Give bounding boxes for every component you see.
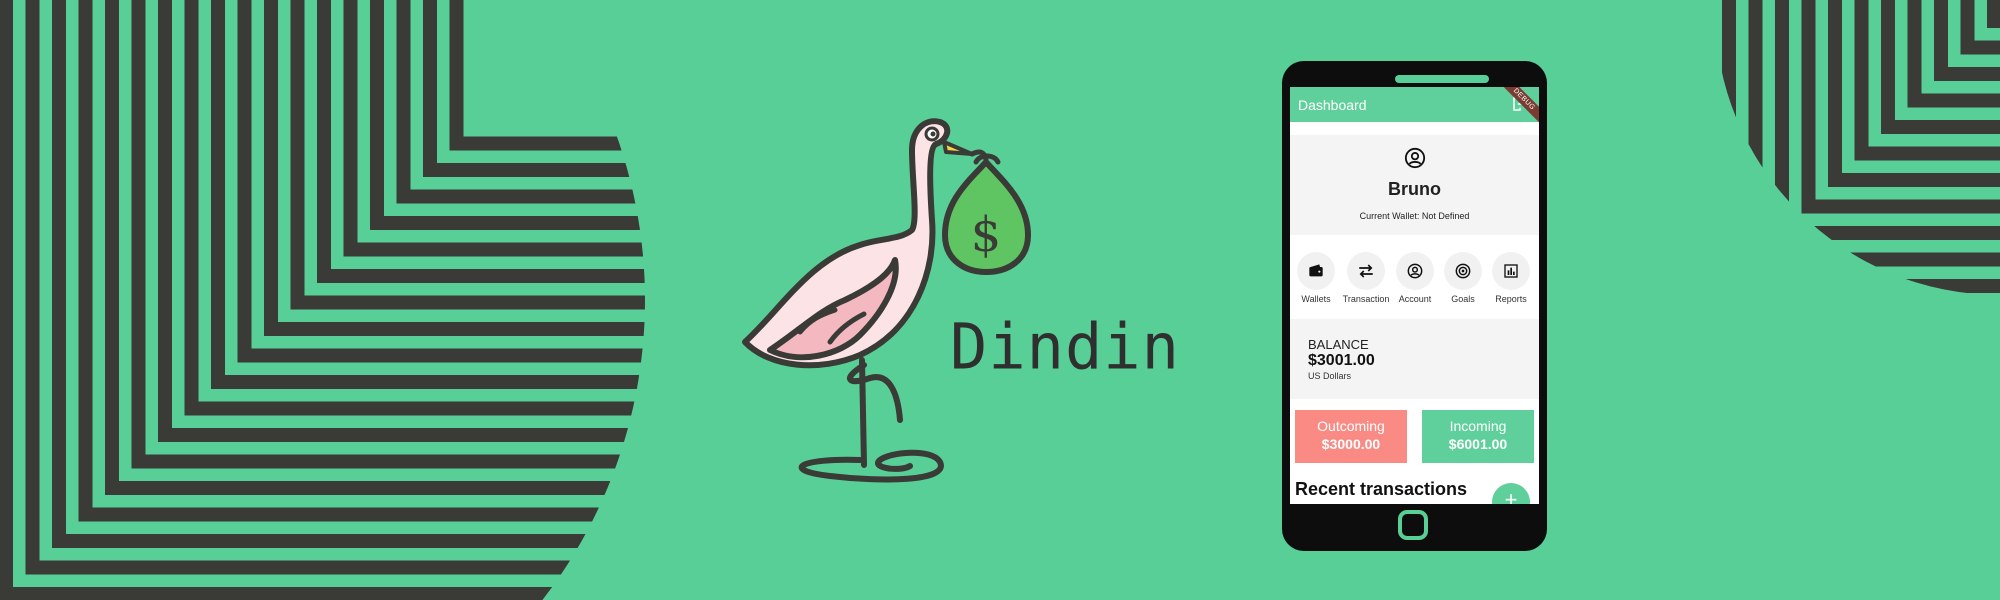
profile-card: Bruno Current Wallet: Not Defined bbox=[1290, 135, 1539, 235]
menu-item-goals[interactable]: Goals bbox=[1439, 252, 1487, 304]
recent-transactions-title: Recent transactions bbox=[1295, 479, 1468, 499]
target-icon bbox=[1455, 263, 1471, 279]
incoming-card[interactable]: Incoming $6001.00 bbox=[1422, 410, 1534, 463]
app-screen: Dashboard DEBUG Bruno Current Wallet: No… bbox=[1290, 87, 1539, 504]
menu-label-wallets: Wallets bbox=[1301, 294, 1331, 304]
add-transaction-button[interactable]: + bbox=[1492, 483, 1530, 504]
incoming-label: Incoming bbox=[1449, 418, 1507, 434]
stripe bbox=[1987, 0, 2000, 28]
outcoming-card[interactable]: Outcoming $3000.00 bbox=[1295, 410, 1407, 463]
phone-speaker bbox=[1395, 75, 1489, 83]
menu-label-goals: Goals bbox=[1451, 294, 1475, 304]
user-circle-icon[interactable] bbox=[1404, 147, 1426, 169]
balance-value: $3001.00 bbox=[1308, 352, 1375, 369]
current-wallet-text: Current Wallet: Not Defined bbox=[1359, 211, 1470, 221]
menu-item-account[interactable]: Account bbox=[1391, 252, 1439, 304]
menu-label-account: Account bbox=[1398, 294, 1432, 304]
account-circle-icon bbox=[1407, 263, 1423, 279]
stork-carrying-money-bag-icon: $ bbox=[742, 118, 1031, 483]
menu-label-reports: Reports bbox=[1495, 294, 1527, 304]
menu-item-reports[interactable]: Reports bbox=[1487, 252, 1535, 304]
brand-name: Dindin bbox=[950, 309, 1180, 384]
incoming-value: $6001.00 bbox=[1448, 436, 1508, 452]
balance-currency: US Dollars bbox=[1308, 371, 1352, 381]
user-name: Bruno bbox=[1388, 179, 1441, 199]
money-symbol: $ bbox=[971, 207, 1002, 263]
app-bar: Dashboard DEBUG bbox=[1290, 87, 1539, 127]
menu-label-transaction: Transaction bbox=[1342, 294, 1390, 304]
outcoming-value: $3000.00 bbox=[1321, 436, 1381, 452]
balance-card: BALANCE $3001.00 US Dollars bbox=[1290, 319, 1539, 399]
swap-arrows-icon bbox=[1359, 264, 1373, 278]
phone-home-button bbox=[1398, 510, 1428, 540]
menu-item-transaction[interactable]: Transaction bbox=[1342, 252, 1390, 304]
quick-menu: Wallets Transaction Account Goals Report… bbox=[1290, 252, 1539, 312]
stork-logo: $ bbox=[740, 110, 1040, 500]
balance-title: BALANCE bbox=[1308, 337, 1369, 352]
phone-mockup: Dashboard DEBUG Bruno Current Wallet: No… bbox=[1282, 61, 1547, 551]
wallet-icon bbox=[1309, 264, 1323, 277]
app-bar-title: Dashboard bbox=[1298, 97, 1367, 113]
outcoming-label: Outcoming bbox=[1317, 418, 1385, 434]
menu-item-wallets[interactable]: Wallets bbox=[1292, 252, 1340, 304]
bar-chart-icon bbox=[1504, 264, 1518, 278]
right-stripe-pattern bbox=[1722, 0, 2000, 293]
